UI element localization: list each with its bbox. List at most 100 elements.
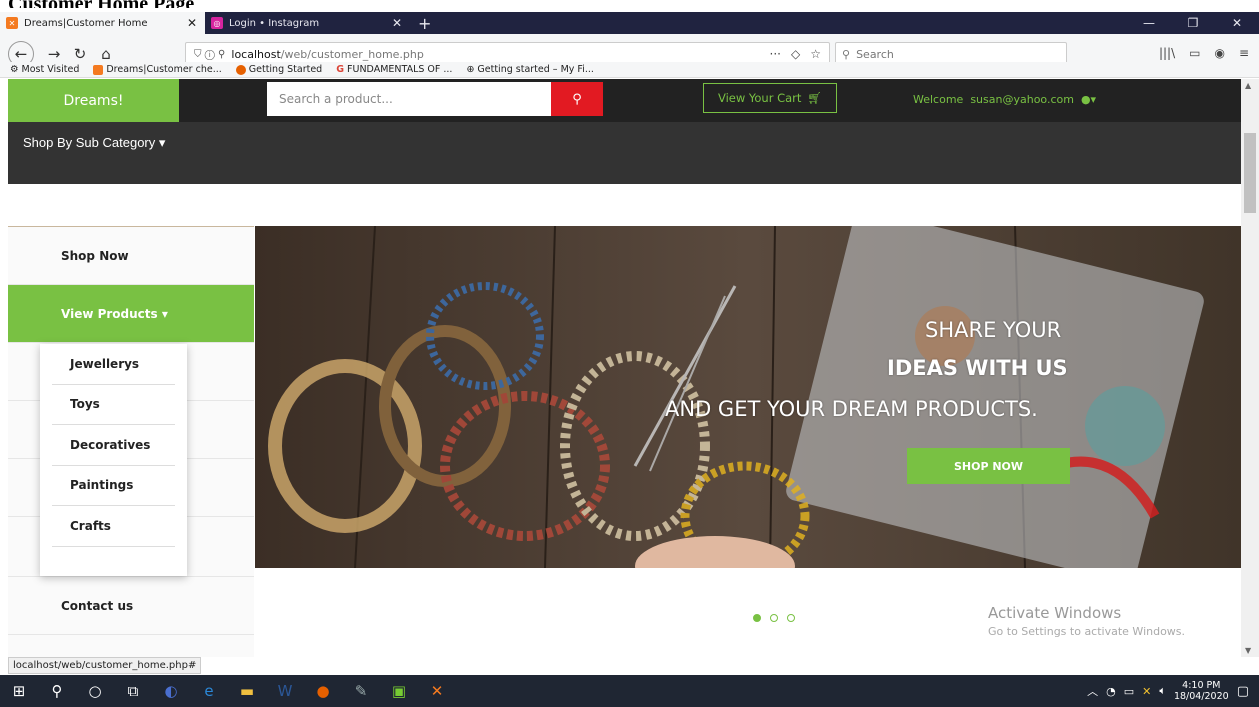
taskbar-clock[interactable]: 4:10 PM 18/04/2020	[1174, 680, 1229, 702]
close-tab-icon[interactable]: ✕	[392, 16, 402, 30]
search-placeholder: Search	[856, 47, 894, 61]
url-actions: ··· ◇ ☆	[770, 47, 821, 61]
notifications-icon[interactable]: ▢	[1237, 684, 1249, 699]
bookmark-getting-started[interactable]: Getting Started	[235, 64, 323, 75]
user-email: susan@yahoo.com	[970, 93, 1074, 106]
dropdown-item-decoratives[interactable]: Decoratives	[52, 425, 175, 466]
menu-icon[interactable]: ≡	[1239, 46, 1249, 60]
sidebar-icon[interactable]: ▭	[1189, 46, 1200, 60]
windows-start-icon[interactable]: ⊞	[0, 675, 38, 707]
xampp-icon[interactable]: ✕	[418, 675, 456, 707]
page-caption: Customer Home Page	[8, 0, 194, 8]
cortana-icon[interactable]: ○	[76, 675, 114, 707]
firefox-icon	[235, 64, 246, 75]
tab-customer-home[interactable]: ✕ Dreams|Customer Home ✕	[0, 12, 205, 34]
task-view-icon[interactable]: ⧉	[114, 675, 152, 707]
status-url: localhost/web/customer_home.php#	[8, 657, 202, 674]
carousel-indicators	[753, 614, 795, 622]
volume-icon[interactable]: 🔈︎	[1159, 684, 1166, 698]
browser-tab-bar: ✕ Dreams|Customer Home ✕ ◎ Login • Insta…	[0, 12, 1259, 34]
eclipse-icon[interactable]: ◐	[152, 675, 190, 707]
dropdown-item-paintings[interactable]: Paintings	[52, 466, 175, 506]
instagram-icon: ◎	[211, 17, 223, 29]
subcategory-bar: Shop By Sub Category ▾	[8, 122, 1241, 184]
user-icon: ●▾	[1077, 93, 1097, 106]
network-icon[interactable]: ◔	[1106, 685, 1116, 698]
dropdown-item-jewellerys[interactable]: Jewellerys	[52, 344, 175, 385]
sidebar-item-view-products[interactable]: View Products ▾	[8, 285, 254, 343]
account-icon[interactable]: ◉	[1214, 46, 1224, 60]
bookmarks-bar: ⚙ Most Visited Dreams|Customer che... Get…	[0, 62, 1259, 78]
shield-icon[interactable]: ⛉ ⓘ ⚲	[194, 49, 225, 60]
close-tab-icon[interactable]: ✕	[187, 16, 197, 30]
vertical-scrollbar[interactable]: ▲ ▼	[1241, 79, 1259, 657]
library-icon[interactable]: |||\	[1159, 46, 1175, 60]
battery-icon[interactable]: ▭	[1124, 685, 1134, 698]
bookmark-label: Most Visited	[21, 64, 80, 75]
banner-line-1: SHARE YOUR	[925, 318, 1062, 342]
google-icon: G	[336, 64, 345, 75]
firefox-icon[interactable]: ●	[304, 675, 342, 707]
bookmark-fundamentals[interactable]: G FUNDAMENTALS OF ...	[336, 64, 452, 75]
activate-windows-subtitle: Go to Settings to activate Windows.	[988, 625, 1186, 638]
scroll-up-icon[interactable]: ▲	[1245, 81, 1251, 90]
bookmark-star-icon[interactable]: ☆	[810, 47, 821, 61]
tab-label: Dreams|Customer Home	[24, 17, 148, 29]
carousel-dot-2[interactable]	[770, 614, 778, 622]
tab-label: Login • Instagram	[229, 17, 320, 29]
tray-chevron-up-icon[interactable]: ︿	[1087, 683, 1098, 699]
cart-label: View Your Cart	[717, 91, 802, 105]
product-search-button[interactable]: ⚲	[551, 82, 603, 116]
bookmark-getting-started-my[interactable]: ⊕ Getting started – My Fi...	[466, 64, 593, 75]
carousel-dot-1[interactable]	[753, 614, 761, 622]
xampp-tray-icon[interactable]: ✕	[1142, 685, 1151, 698]
clock-date: 18/04/2020	[1173, 691, 1229, 702]
gear-icon: ⚙	[10, 64, 19, 75]
scrollbar-thumb[interactable]	[1244, 133, 1256, 213]
site-logo[interactable]: Dreams!	[8, 79, 179, 122]
dropdown-item-toys[interactable]: Toys	[52, 385, 175, 425]
paint-icon[interactable]: ✎	[342, 675, 380, 707]
page-actions-icon[interactable]: ···	[770, 47, 781, 61]
welcome-prefix: Welcome	[913, 93, 964, 106]
image-viewer-icon[interactable]: ▣	[380, 675, 418, 707]
new-tab-icon[interactable]: +	[418, 14, 431, 33]
tab-instagram[interactable]: ◎ Login • Instagram ✕	[205, 12, 410, 34]
search-icon[interactable]: ⚲	[38, 675, 76, 707]
bookmark-most-visited[interactable]: ⚙ Most Visited	[10, 64, 79, 75]
bookmark-dreams[interactable]: Dreams|Customer che...	[93, 64, 222, 75]
dropdown-item-crafts[interactable]: Crafts	[52, 506, 175, 547]
activate-windows-title: Activate Windows	[988, 604, 1122, 622]
sidebar-item-shop-now[interactable]: Shop Now	[8, 227, 254, 285]
clock-time: 4:10 PM	[1182, 680, 1221, 691]
minimize-icon[interactable]: —	[1127, 12, 1171, 34]
site-header: Dreams! Search a product... ⚲ View Your …	[8, 79, 1241, 122]
carousel-dot-3[interactable]	[787, 614, 795, 622]
shop-by-subcategory-dropdown[interactable]: Shop By Sub Category ▾	[23, 135, 165, 151]
restore-icon[interactable]: ❐	[1171, 12, 1215, 34]
bookmark-label: Getting started – My Fi...	[477, 64, 594, 75]
pocket-icon[interactable]: ◇	[791, 47, 800, 61]
product-search-input[interactable]: Search a product...	[267, 82, 551, 116]
hero-banner: SHARE YOUR IDEAS WITH US AND GET YOUR DR…	[255, 226, 1241, 568]
close-window-icon[interactable]: ✕	[1215, 12, 1259, 34]
xampp-icon	[93, 64, 104, 75]
bookmark-label: Getting Started	[248, 64, 323, 75]
view-cart-button[interactable]: View Your Cart 🛒︎	[703, 83, 837, 113]
products-dropdown-menu: Jewellerys Toys Decoratives Paintings Cr…	[40, 344, 187, 576]
windows-taskbar: ⊞ ⚲ ○ ⧉ ◐ e ▬ W ● ✎ ▣ ✕ ︿ ◔ ▭ ✕ 🔈︎ 4:10 …	[0, 675, 1259, 707]
edge-icon[interactable]: e	[190, 675, 228, 707]
window-controls: — ❐ ✕	[1127, 12, 1259, 34]
welcome-user-menu[interactable]: Welcome susan@yahoo.com ●▾	[913, 93, 1096, 106]
scroll-down-icon[interactable]: ▼	[1245, 646, 1251, 655]
banner-line-2: IDEAS WITH US	[887, 356, 1068, 380]
globe-icon: ⊕	[466, 64, 475, 75]
sidebar-item-contact[interactable]: Contact us	[8, 577, 254, 635]
word-icon[interactable]: W	[266, 675, 304, 707]
bookmark-label: FUNDAMENTALS OF ...	[347, 64, 453, 75]
banner-line-3: AND GET YOUR DREAM PRODUCTS.	[665, 397, 1038, 421]
system-tray: ︿ ◔ ▭ ✕ 🔈︎ 4:10 PM 18/04/2020 ▢	[1087, 675, 1259, 707]
bookmark-label: Dreams|Customer che...	[106, 64, 222, 75]
file-explorer-icon[interactable]: ▬	[228, 675, 266, 707]
shop-now-button[interactable]: SHOP NOW	[907, 448, 1070, 484]
